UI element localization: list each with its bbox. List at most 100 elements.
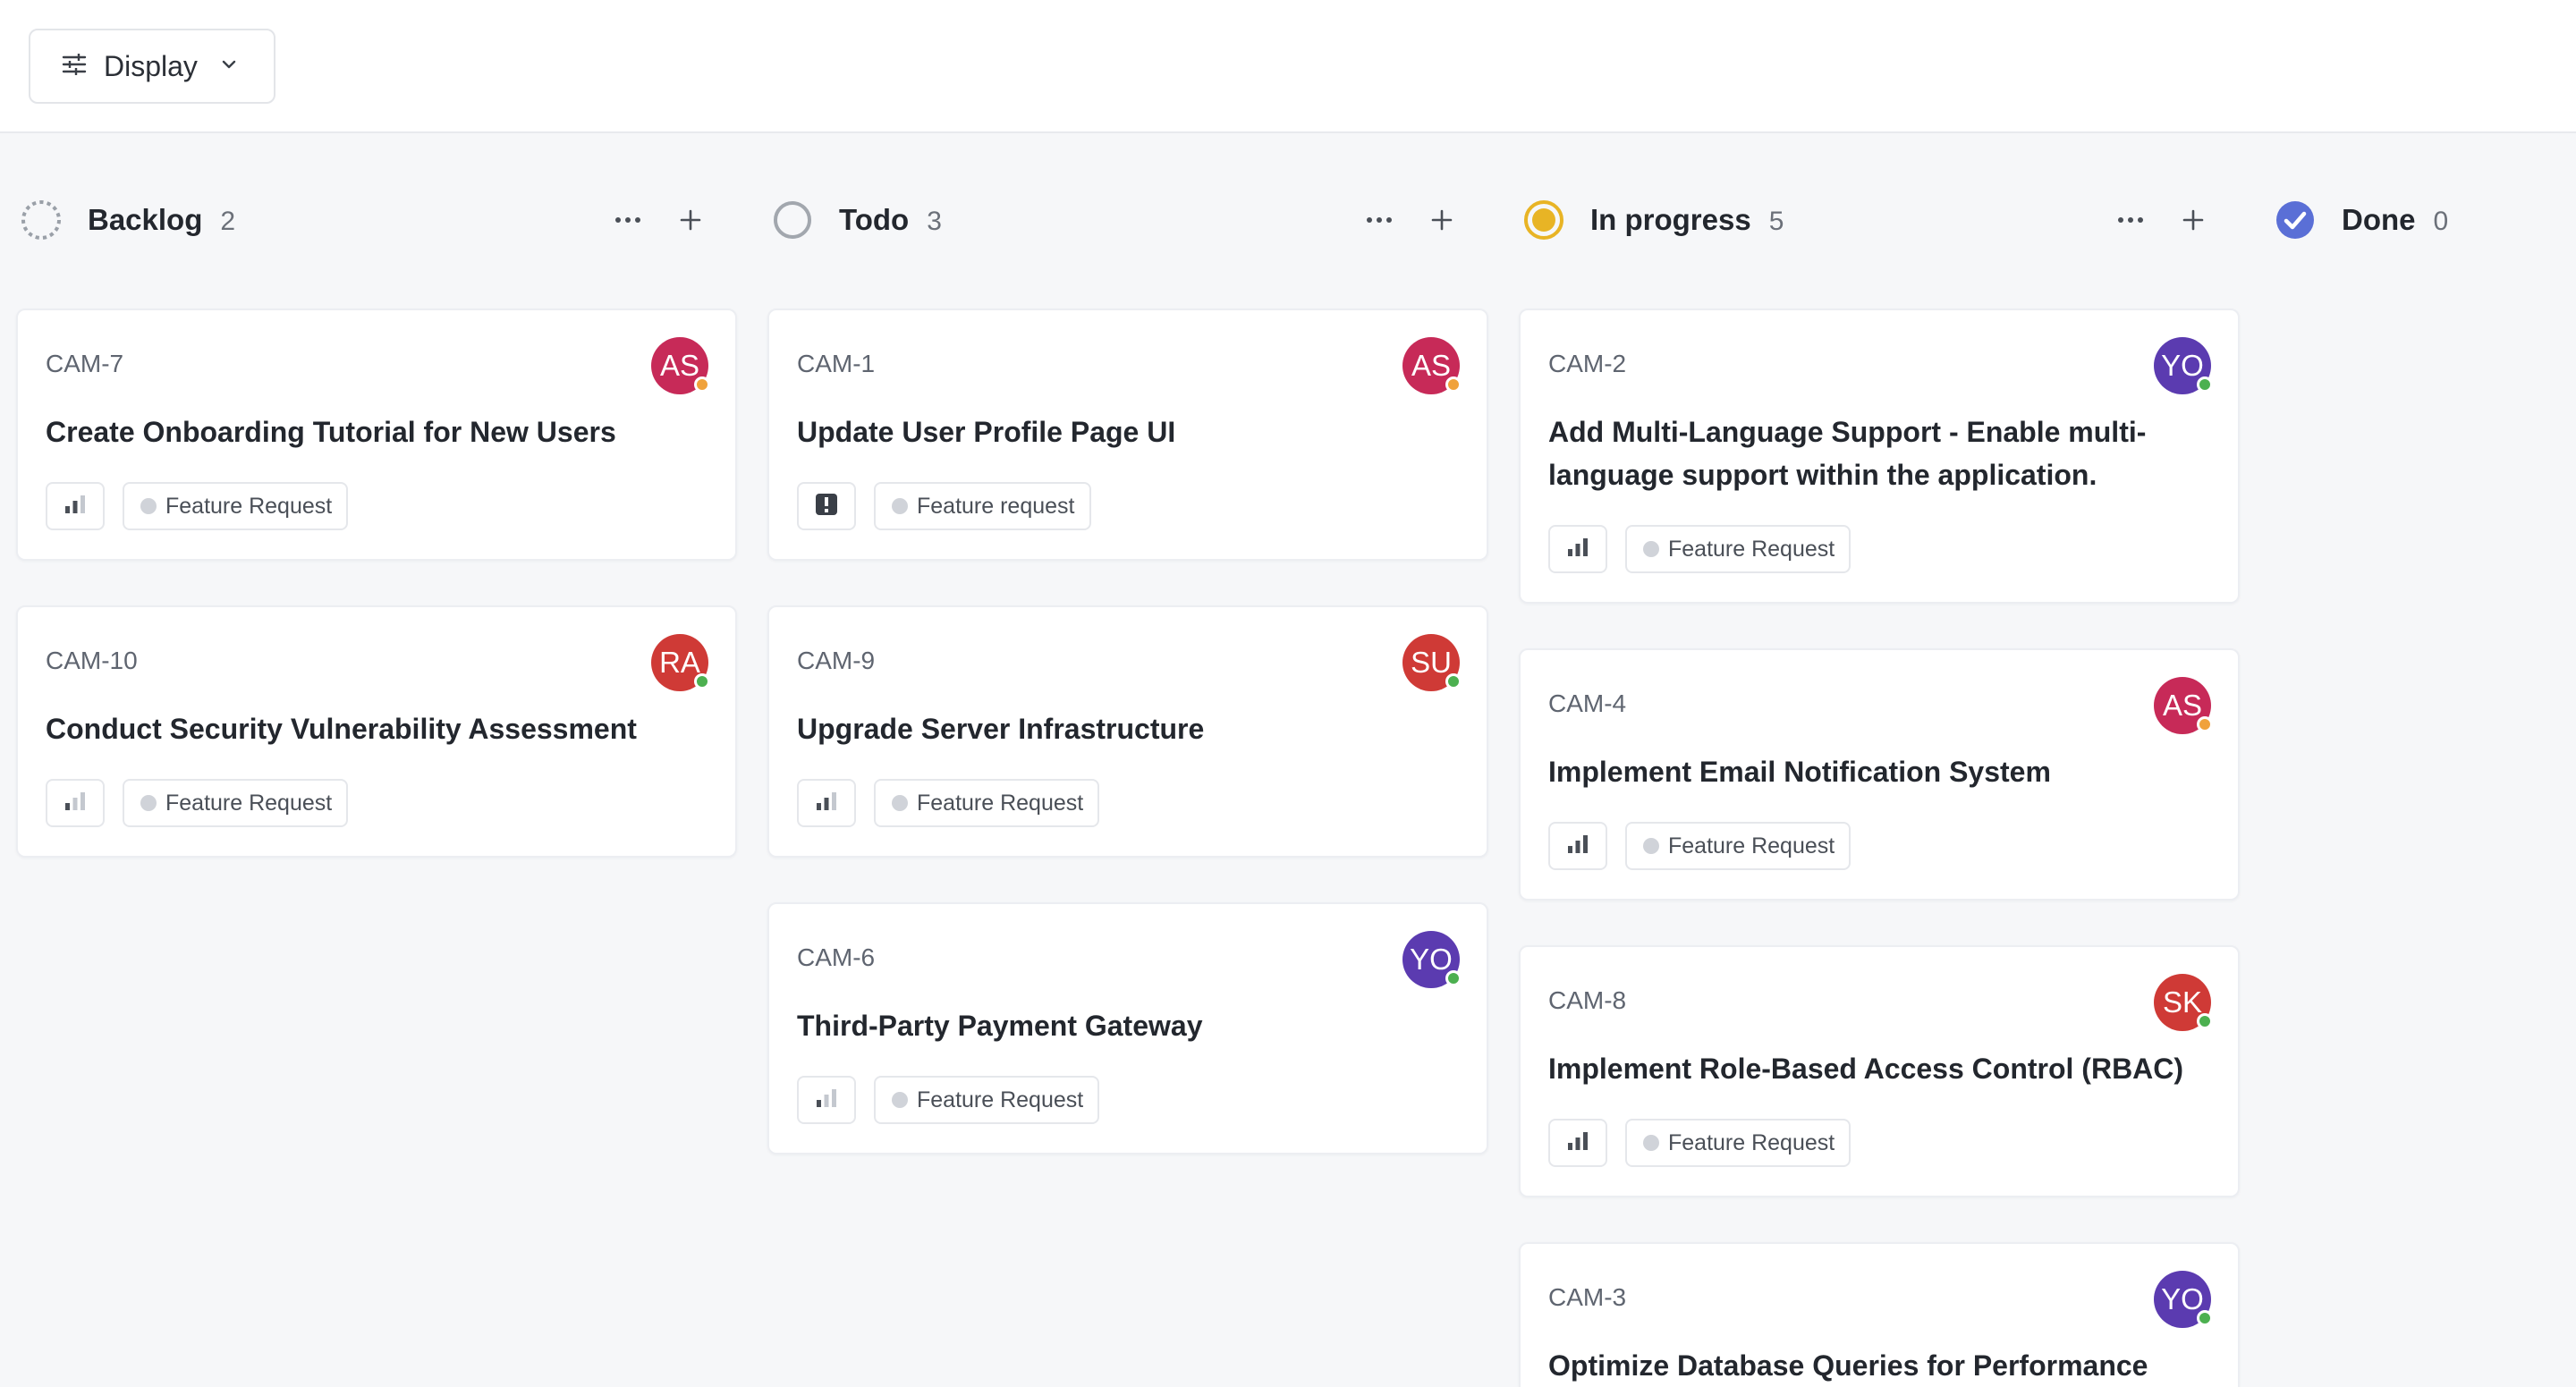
- issue-title: Conduct Security Vulnerability Assessmen…: [46, 713, 637, 745]
- label-tag[interactable]: Feature Request: [874, 779, 1100, 827]
- priority-button[interactable]: [1548, 1119, 1607, 1167]
- more-options-icon[interactable]: [2113, 202, 2148, 238]
- top-toolbar: Display: [0, 0, 2576, 133]
- issue-id: CAM-1: [797, 350, 876, 377]
- add-card-icon[interactable]: [2175, 202, 2211, 238]
- label-text: Feature Request: [1668, 833, 1835, 858]
- label-dot: [1643, 838, 1659, 854]
- sliders-icon: [61, 51, 88, 82]
- label-text: Feature Request: [1668, 1129, 1835, 1155]
- avatar-initials: AS: [2162, 689, 2203, 722]
- priority-low-icon: [814, 1087, 839, 1113]
- issue-card[interactable]: CAM-3 YO Optimize Database Queries for P…: [1519, 1242, 2240, 1387]
- priority-high-icon: [1565, 833, 1590, 859]
- column-name: Backlog: [88, 203, 203, 236]
- label-tag[interactable]: Feature Request: [874, 1076, 1100, 1124]
- label-tag[interactable]: Feature Request: [123, 482, 349, 530]
- avatar-initials: YO: [2161, 1282, 2204, 1315]
- in-progress-circle-icon: [1522, 199, 1565, 241]
- issue-card[interactable]: CAM-2 YO Add Multi-Language Support - En…: [1519, 309, 2240, 604]
- issue-card[interactable]: CAM-4 AS Implement Email Notification Sy…: [1519, 648, 2240, 901]
- column-header: Backlog 2: [0, 161, 721, 283]
- label-tag[interactable]: Feature request: [874, 482, 1091, 530]
- more-options-icon[interactable]: [610, 202, 646, 238]
- avatar-initials: RA: [659, 646, 700, 679]
- column-in-progress: In progress 5: [1503, 161, 2224, 283]
- issue-card[interactable]: CAM-6 YO Third-Party Payment Gateway Fea…: [767, 902, 1488, 1154]
- add-card-icon[interactable]: [1424, 202, 1460, 238]
- priority-button[interactable]: [46, 482, 105, 530]
- column-title: In progress 5: [1590, 203, 1784, 237]
- label-text: Feature Request: [165, 493, 333, 519]
- avatar[interactable]: AS: [651, 337, 710, 394]
- issue-card[interactable]: CAM-10 RA Conduct Security Vulnerability…: [16, 605, 737, 858]
- column-done: Done 0: [2254, 161, 2576, 283]
- presence-dot: [694, 673, 710, 689]
- column-backlog: Backlog 2: [0, 161, 721, 283]
- label-tag[interactable]: Feature Request: [1625, 822, 1852, 870]
- label-dot: [892, 1092, 908, 1108]
- column-count: 3: [927, 207, 942, 236]
- issue-id: CAM-7: [46, 350, 124, 377]
- issue-card[interactable]: CAM-9 SU Upgrade Server Infrastructure F…: [767, 605, 1488, 858]
- issue-title: Upgrade Server Infrastructure: [797, 713, 1205, 745]
- backlog-dashed-circle-icon: [20, 199, 63, 241]
- label-tag[interactable]: Feature Request: [123, 779, 349, 827]
- presence-dot: [1445, 970, 1462, 986]
- column-title: Todo 3: [839, 203, 942, 237]
- priority-button[interactable]: [797, 779, 856, 827]
- label-text: Feature Request: [1668, 536, 1835, 562]
- label-text: Feature request: [917, 493, 1075, 519]
- add-card-icon[interactable]: [673, 202, 708, 238]
- avatar[interactable]: YO: [1402, 931, 1462, 988]
- issue-card[interactable]: CAM-8 SK Implement Role-Based Access Con…: [1519, 945, 2240, 1197]
- avatar-initials: YO: [1410, 943, 1453, 976]
- label-dot: [892, 795, 908, 811]
- issue-id: CAM-6: [797, 943, 876, 971]
- priority-button[interactable]: [46, 779, 105, 827]
- label-text: Feature Request: [165, 790, 333, 816]
- column-name: Done: [2342, 203, 2416, 236]
- issue-card[interactable]: CAM-1 AS Update User Profile Page UI Fea…: [767, 309, 1488, 561]
- presence-dot: [2197, 376, 2213, 393]
- column-header: In progress 5: [1503, 161, 2224, 283]
- priority-low-icon: [63, 791, 88, 816]
- issue-title: Add Multi-Language Support - Enable mult…: [1548, 416, 2147, 491]
- issue-id: CAM-4: [1548, 689, 1627, 717]
- priority-button[interactable]: [1548, 822, 1607, 870]
- avatar[interactable]: AS: [2154, 677, 2213, 734]
- priority-button[interactable]: [797, 482, 856, 530]
- more-options-icon[interactable]: [1361, 202, 1397, 238]
- avatar[interactable]: SK: [2154, 974, 2213, 1031]
- issue-card[interactable]: CAM-7 AS Create Onboarding Tutorial for …: [16, 309, 737, 561]
- done-check-circle-icon: [2274, 199, 2317, 241]
- priority-high-icon: [1565, 537, 1590, 562]
- avatar[interactable]: SU: [1402, 634, 1462, 691]
- label-tag[interactable]: Feature Request: [1625, 1119, 1852, 1167]
- avatar[interactable]: AS: [1402, 337, 1462, 394]
- issue-title: Optimize Database Queries for Performanc…: [1548, 1349, 2148, 1382]
- priority-button[interactable]: [1548, 525, 1607, 573]
- priority-button[interactable]: [797, 1076, 856, 1124]
- column-count: 2: [220, 207, 236, 236]
- avatar[interactable]: RA: [651, 634, 710, 691]
- todo-circle-icon: [771, 199, 814, 241]
- column-header: Todo 3: [751, 161, 1472, 283]
- issue-id: CAM-8: [1548, 986, 1627, 1014]
- issue-title: Create Onboarding Tutorial for New Users: [46, 416, 616, 448]
- label-dot: [1643, 541, 1659, 557]
- column-title: Backlog 2: [88, 203, 235, 237]
- label-dot: [140, 498, 157, 514]
- avatar[interactable]: YO: [2154, 337, 2213, 394]
- issue-title: Implement Email Notification System: [1548, 756, 2051, 788]
- label-dot: [1643, 1135, 1659, 1151]
- label-dot: [140, 795, 157, 811]
- priority-high-icon: [1565, 1130, 1590, 1156]
- display-label: Display: [104, 49, 198, 82]
- issue-id: CAM-3: [1548, 1283, 1627, 1311]
- display-options-button[interactable]: Display: [29, 29, 275, 104]
- avatar[interactable]: YO: [2154, 1271, 2213, 1328]
- column-name: In progress: [1590, 203, 1751, 236]
- label-tag[interactable]: Feature Request: [1625, 525, 1852, 573]
- column-name: Todo: [839, 203, 910, 236]
